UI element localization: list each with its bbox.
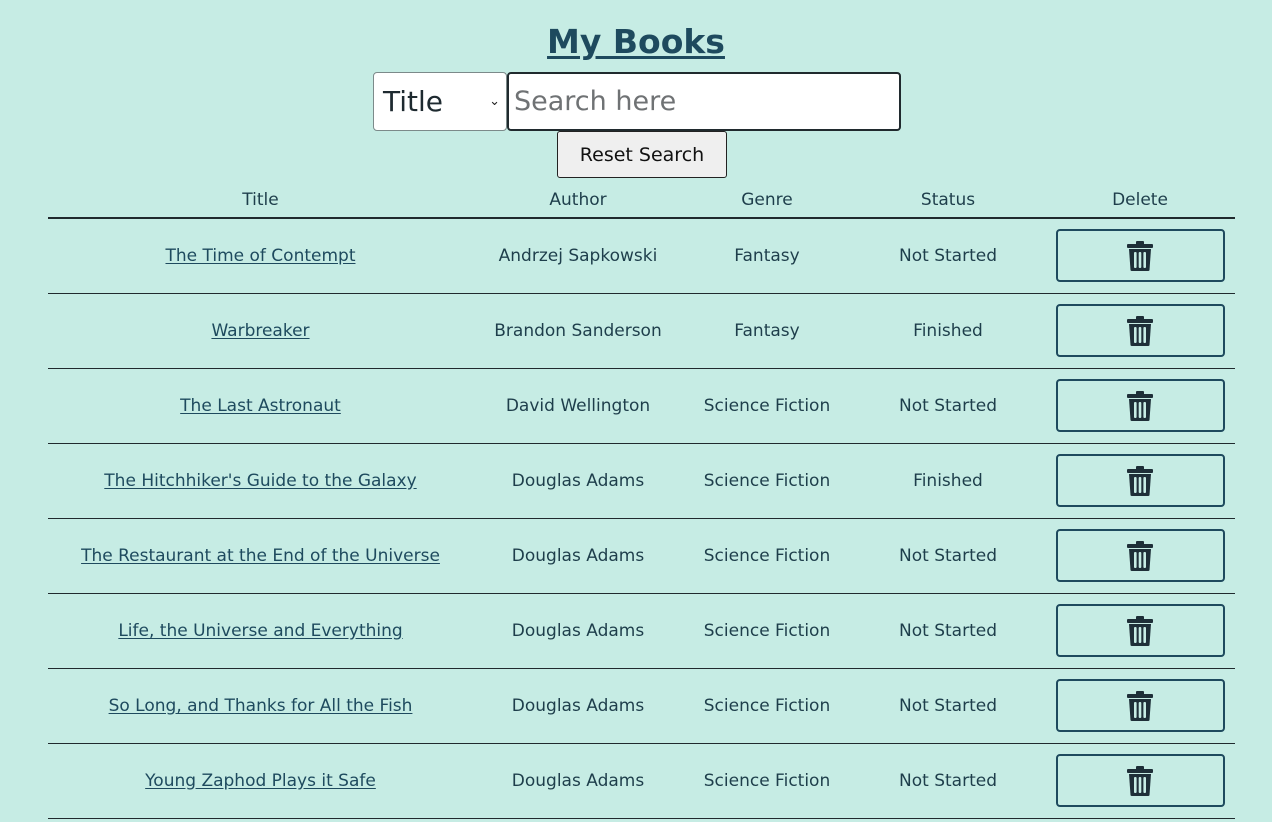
cell-status: Not Started [851, 368, 1045, 444]
cell-genre: Science Fiction [683, 593, 851, 669]
cell-author: David Wellington [473, 368, 683, 444]
delete-button[interactable] [1055, 529, 1225, 582]
cell-delete [1045, 443, 1235, 519]
trash-icon [1127, 690, 1153, 721]
cell-title: The Last Astronaut [48, 368, 473, 444]
cell-author: Douglas Adams [473, 518, 683, 594]
cell-author: Andrzej Sapkowski [473, 218, 683, 294]
table-row: The Last Astronaut David Wellington Scienc… [48, 368, 1235, 444]
cell-delete [1045, 743, 1235, 819]
cell-author: Douglas Adams [473, 668, 683, 744]
cell-genre: Science Fiction [683, 368, 851, 444]
cell-author: Douglas Adams [473, 593, 683, 669]
header-title: Title [48, 182, 473, 219]
cell-status: Not Started [851, 743, 1045, 819]
cell-title: The Time of Contempt [48, 218, 473, 294]
table-header-row: Title Author Genre Status Delete [48, 182, 1235, 219]
book-title-link[interactable]: So Long, and Thanks for All the Fish [109, 696, 413, 716]
book-title-link[interactable]: The Time of Contempt [165, 246, 355, 266]
cell-genre: Fantasy [683, 293, 851, 369]
cell-title: So Long, and Thanks for All the Fish [48, 668, 473, 744]
cell-delete [1045, 668, 1235, 744]
header-author: Author [473, 182, 683, 219]
cell-title: Young Zaphod Plays it Safe [48, 743, 473, 819]
book-title-link[interactable]: The Restaurant at the End of the Univers… [81, 546, 440, 566]
cell-title: The Restaurant at the End of the Univers… [48, 518, 473, 594]
reset-search-button[interactable]: Reset Search [557, 131, 727, 178]
cell-delete [1045, 518, 1235, 594]
header-delete: Delete [1045, 182, 1235, 219]
cell-genre: Science Fiction [683, 668, 851, 744]
cell-genre: Science Fiction [683, 518, 851, 594]
cell-status: Finished [851, 443, 1045, 519]
cell-delete [1045, 368, 1235, 444]
trash-icon [1127, 615, 1153, 646]
cell-title: The Hitchhiker's Guide to the Galaxy [48, 443, 473, 519]
trash-icon [1127, 240, 1153, 271]
search-field-select[interactable]: Title ⌄ [373, 72, 507, 131]
delete-button[interactable] [1055, 754, 1225, 807]
delete-button[interactable] [1055, 454, 1225, 507]
page-title[interactable]: My Books [0, 22, 1272, 61]
delete-button[interactable] [1055, 229, 1225, 283]
cell-delete [1045, 218, 1235, 294]
table-row: Young Zaphod Plays it Safe Douglas Adams S… [48, 743, 1235, 819]
trash-icon [1127, 765, 1153, 796]
book-title-link[interactable]: Warbreaker [211, 321, 309, 341]
search-bar: Title ⌄ [373, 72, 901, 131]
trash-icon [1127, 315, 1153, 346]
trash-icon [1127, 390, 1153, 421]
book-title-link[interactable]: Young Zaphod Plays it Safe [145, 771, 376, 791]
delete-button[interactable] [1055, 379, 1225, 432]
cell-author: Douglas Adams [473, 443, 683, 519]
cell-status: Not Started [851, 593, 1045, 669]
cell-status: Finished [851, 293, 1045, 369]
header-status: Status [851, 182, 1045, 219]
book-title-link[interactable]: The Hitchhiker's Guide to the Galaxy [104, 471, 416, 491]
table-row: Warbreaker Brandon Sanderson Fantasy Finish… [48, 293, 1235, 369]
cell-genre: Fantasy [683, 218, 851, 294]
search-input[interactable] [507, 72, 901, 131]
cell-title: Warbreaker [48, 293, 473, 369]
book-title-link[interactable]: The Last Astronaut [180, 396, 341, 416]
cell-status: Not Started [851, 668, 1045, 744]
search-field-value: Title [383, 85, 444, 118]
chevron-down-icon: ⌄ [489, 94, 500, 109]
table-row: The Hitchhiker's Guide to the Galaxy Doug… [48, 443, 1235, 519]
cell-author: Douglas Adams [473, 743, 683, 819]
table-row: Life, the Universe and Everything Douglas… [48, 593, 1235, 669]
cell-status: Not Started [851, 218, 1045, 294]
delete-button[interactable] [1055, 304, 1225, 357]
cell-genre: Science Fiction [683, 443, 851, 519]
table-row: The Restaurant at the End of the Univers… [48, 518, 1235, 594]
cell-status: Not Started [851, 518, 1045, 594]
header-genre: Genre [683, 182, 851, 219]
cell-genre: Science Fiction [683, 743, 851, 819]
delete-button[interactable] [1055, 604, 1225, 657]
cell-delete [1045, 593, 1235, 669]
delete-button[interactable] [1055, 679, 1225, 732]
trash-icon [1127, 540, 1153, 571]
books-table: Title Author Genre Status Delete The Tim… [48, 182, 1235, 819]
table-row: The Time of Contempt Andrzej Sapkowski Fan… [48, 218, 1235, 294]
book-title-link[interactable]: Life, the Universe and Everything [118, 621, 402, 641]
table-row: So Long, and Thanks for All the Fish Doug… [48, 668, 1235, 744]
cell-author: Brandon Sanderson [473, 293, 683, 369]
trash-icon [1127, 465, 1153, 496]
cell-delete [1045, 293, 1235, 369]
cell-title: Life, the Universe and Everything [48, 593, 473, 669]
